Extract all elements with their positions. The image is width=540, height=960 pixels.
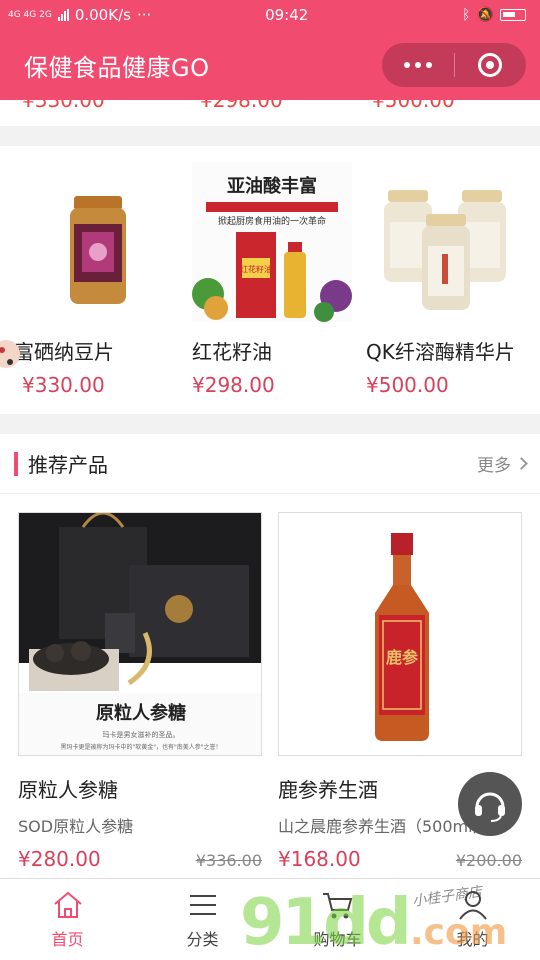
product-price: ¥330.00 [22,373,105,397]
home-icon [53,891,82,918]
product-price: ¥298.00 [192,373,275,397]
hot-products-row: 富硒纳豆片 ¥330.00 亚油酸丰富 掀起厨房食用油的一次革命 红花籽油 红花… [0,146,540,414]
bottle-label: 红花籽油 [240,264,272,274]
clock: 09:42 [265,6,309,24]
product-desc: SOD原粒人参糖 [18,817,134,836]
image-headline: 亚油酸丰富 [227,175,317,197]
miniprogram-capsule [382,43,526,87]
tab-label: 购物车 [313,929,362,949]
mute-icon: 🔕 [476,7,494,23]
product-card[interactable]: 富硒纳豆片 ¥330.00 [14,162,182,397]
tab-label: 我的 [456,929,489,949]
product-card[interactable]: 亚油酸丰富 掀起厨房食用油的一次革命 红花籽油 红花籽油 ¥298.00 [192,162,352,397]
status-bar: 4G 4G 2G 0.00K/s ··· 09:42 ᛒ 🔕 [0,0,540,30]
headset-icon [475,792,505,822]
top-bar: 4G 4G 2G 0.00K/s ··· 09:42 ᛒ 🔕 保健食品健康GO [0,0,540,100]
tab-category[interactable]: 分类 [135,879,270,960]
more-link[interactable]: 更多 [477,451,528,476]
recommend-grid: 原粒人参糖 玛卡是男女滋补的圣品。 黑玛卡更是被称为玛卡中的"软黄金"，也有"南… [0,494,540,878]
original-price: ¥200.00 [455,851,522,870]
target-icon [478,53,503,77]
image-caption: 玛卡是男女滋补的圣品。 [103,730,180,739]
bottom-tab-bar: 首页 分类 购物车 我的 [0,878,540,960]
list-icon [189,894,216,915]
product-price: ¥168.00 [278,847,361,871]
network-label: 4G 4G 2G [8,10,52,20]
product-image: 鹿参 [278,512,522,756]
section-accent-bar [14,451,18,476]
previous-row-clipped: ¥330.00 ¥298.00 ¥500.00 [0,100,540,126]
product-image: 亚油酸丰富 掀起厨房食用油的一次革命 红花籽油 [192,162,352,322]
signal-icon [57,9,69,21]
product-name: 原粒人参糖 [18,778,118,802]
cart-icon [322,892,352,918]
tab-cart[interactable]: 购物车 [270,879,405,960]
product-image [22,162,182,322]
bluetooth-icon: ᛒ [462,7,471,23]
bottle-label: 鹿参 [386,648,419,667]
image-subtext: 掀起厨房食用油的一次革命 [218,215,326,227]
product-image [366,162,526,322]
recommend-section-header: 推荐产品 更多 [0,434,540,494]
nav-header: 保健食品健康GO [0,30,540,100]
more-dots-icon [403,62,432,68]
image-caption-2: 黑玛卡更是被称为玛卡中的"软黄金"，也有"南美人参"之誉！ [60,743,221,751]
product-card[interactable]: 原粒人参糖 玛卡是男女滋补的圣品。 黑玛卡更是被称为玛卡中的"软黄金"，也有"南… [18,512,262,871]
product-price: ¥500.00 [366,373,449,397]
product-price: ¥280.00 [18,847,101,871]
clipped-price: ¥330.00 [22,100,105,112]
product-name: 富硒纳豆片 [14,340,114,364]
network-speed: 0.00K/s [74,6,131,24]
product-card[interactable]: QK纤溶酶精华片 ¥500.00 [366,162,526,397]
close-miniprogram-button[interactable] [455,43,527,87]
tab-label: 首页 [51,929,84,949]
more-menu-button[interactable] [382,43,454,87]
original-price: ¥336.00 [195,851,262,870]
more-label: 更多 [477,456,511,476]
tab-profile[interactable]: 我的 [405,879,540,960]
customer-service-button[interactable] [458,772,522,836]
page-title: 保健食品健康GO [24,53,210,82]
battery-icon [499,9,526,21]
tab-home[interactable]: 首页 [0,879,135,960]
product-name: 红花籽油 [192,340,272,364]
image-title: 原粒人参糖 [96,702,186,724]
tab-label: 分类 [186,929,219,949]
product-image: 原粒人参糖 玛卡是男女滋补的圣品。 黑玛卡更是被称为玛卡中的"软黄金"，也有"南… [18,512,262,756]
sticker-decoration [0,332,22,382]
chevron-right-icon [515,457,528,470]
clipped-price: ¥500.00 [372,100,455,112]
more-status-icon: ··· [136,6,152,24]
user-icon [458,890,487,920]
product-name: QK纤溶酶精华片 [366,340,515,364]
section-title: 推荐产品 [28,453,108,477]
clipped-price: ¥298.00 [200,100,283,112]
